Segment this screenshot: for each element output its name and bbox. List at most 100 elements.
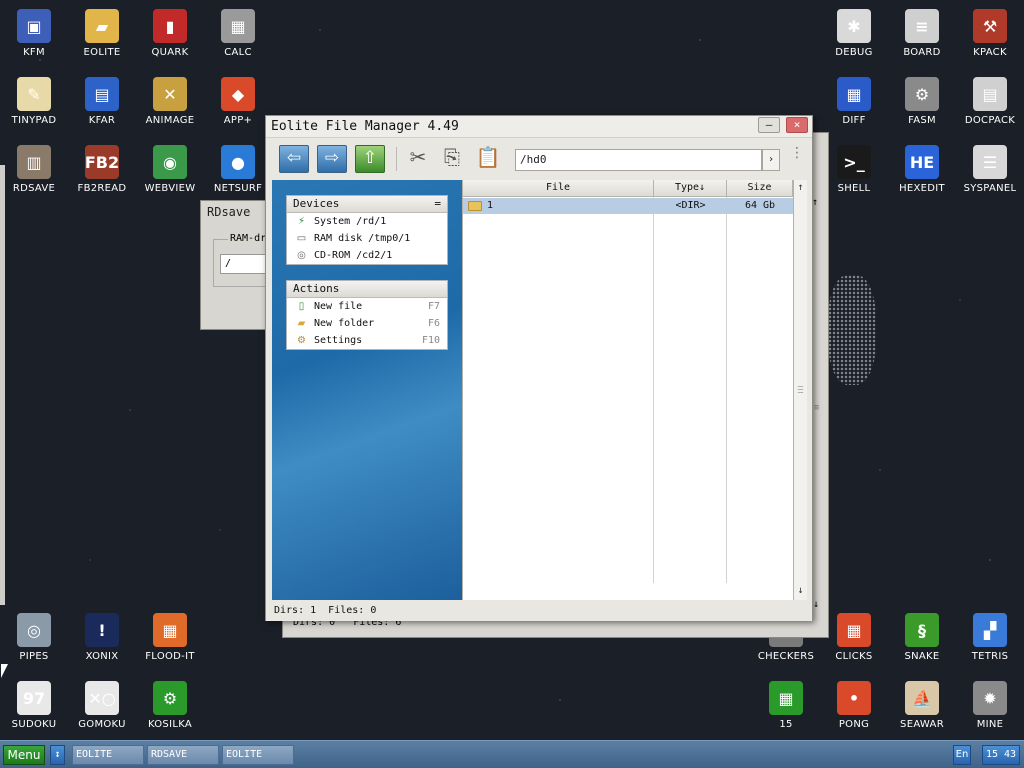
desktop-icon-webview[interactable]: ◉ WEBVIEW — [136, 145, 204, 194]
column-divider — [726, 197, 727, 583]
board-window-icon: ≡ — [905, 9, 939, 43]
desktop-icon-label: KFAR — [88, 115, 116, 126]
desktop-icon-mine[interactable]: ✹ MINE — [956, 681, 1024, 730]
devices-list: ⚡ System /rd/1 ▭ RAM disk /tmp0/1 ◎ CD-ROM /c… — [287, 213, 447, 264]
desktop-icon-label: SNAKE — [904, 651, 940, 662]
bug-window-icon: ✱ — [837, 9, 871, 43]
taskbar: Menu ↕ EOLITE RDSAVE EOLITE En 15 43 — [0, 740, 1024, 768]
gomoku-icon: ✕○ — [85, 681, 119, 715]
rdsave-title: RDsave — [207, 205, 251, 219]
desktop-icon-label: RDSAVE — [12, 183, 56, 194]
desktop-icon-pipes[interactable]: ◎ PIPES — [0, 613, 68, 662]
desktop-icon-kfm[interactable]: ▣ KFM — [0, 9, 68, 58]
vertical-scrollbar[interactable]: ↑ — — — ↓ — [793, 180, 807, 600]
minimize-button[interactable]: – — [758, 117, 780, 133]
action-item[interactable]: ▯ New file F7 — [287, 298, 447, 315]
task-eolite-1[interactable]: EOLITE — [72, 745, 144, 765]
desktop-icon-board[interactable]: ≡ BOARD — [888, 9, 956, 58]
column-size[interactable]: Size — [727, 180, 793, 197]
desktop-icon-clicks[interactable]: ▦ CLICKS — [820, 613, 888, 662]
devices-toggle-icon[interactable]: = — [434, 196, 441, 212]
up-button[interactable]: ⇧ — [355, 145, 385, 173]
desktop-icon-kfar[interactable]: ▤ KFAR — [68, 77, 136, 126]
title-bar[interactable]: Eolite File Manager 4.49 – × — [266, 116, 812, 138]
devices-title: Devices — [293, 197, 340, 210]
device-item[interactable]: ◎ CD-ROM /cd2/1 — [287, 247, 447, 264]
back-button[interactable]: ⇦ — [279, 145, 309, 173]
desktop-icon-fasm[interactable]: ⚙ FASM — [888, 77, 956, 126]
scroll-down-button[interactable]: ↓ — [794, 583, 807, 599]
desktop-icon-calc[interactable]: ▦ CALC — [204, 9, 272, 58]
actions-group: Actions ▯ New file F7 ▰ New folder F6 ⚙ Setting… — [286, 280, 448, 350]
device-item[interactable]: ⚡ System /rd/1 — [287, 213, 447, 230]
desktop-icon-quark[interactable]: ▮ QUARK — [136, 9, 204, 58]
file-list[interactable]: File Type↓ Size 1 <DIR> 64 Gb ↑ — — — ↓ — [462, 180, 807, 600]
desktop-icon-gomoku[interactable]: ✕○ GOMOKU — [68, 681, 136, 730]
folder-icon — [468, 201, 482, 211]
desktop-icon-shell[interactable]: >_ SHELL — [820, 145, 888, 194]
desktop-icon-tinypad[interactable]: ✎ TINYPAD — [0, 77, 68, 126]
back-scroll-grip[interactable]: ≡ — [814, 403, 819, 413]
action-item[interactable]: ⚙ Settings F10 — [287, 332, 447, 349]
desktop-icon-15[interactable]: ▦ 15 — [752, 681, 820, 730]
floppy-icon: ▣ — [17, 9, 51, 43]
path-go-button[interactable]: › — [762, 149, 780, 171]
device-item[interactable]: ▭ RAM disk /tmp0/1 — [287, 230, 447, 247]
desktop-icon-pong[interactable]: • PONG — [820, 681, 888, 730]
copy-button[interactable]: ⎘ — [437, 145, 467, 173]
back-scroll-down[interactable]: ↓ — [813, 599, 819, 610]
rdsave-window[interactable]: RDsave RAM-dr / — [200, 200, 283, 330]
paste-button[interactable]: 📋 — [473, 145, 503, 173]
file-row[interactable]: 1 <DIR> 64 Gb — [463, 198, 793, 214]
desktop-icon-snake[interactable]: § SNAKE — [888, 613, 956, 662]
desktop-icon-hexedit[interactable]: HE HEXEDIT — [888, 145, 956, 194]
close-button[interactable]: × — [786, 117, 808, 133]
desktop-icon-kosilka[interactable]: ⚙ KOSILKA — [136, 681, 204, 730]
desktop-icon-eolite[interactable]: ▰ EOLITE — [68, 9, 136, 58]
pipes-icon: ◎ — [17, 613, 51, 647]
tetris-icon: ▞ — [973, 613, 1007, 647]
action-item[interactable]: ▰ New folder F6 — [287, 315, 447, 332]
devices-header[interactable]: Devices = — [287, 196, 447, 213]
desktop-icon-tetris[interactable]: ▞ TETRIS — [956, 613, 1024, 662]
desktop-icon-label: SUDOKU — [11, 719, 57, 730]
eolite-window[interactable]: Eolite File Manager 4.49 – × ⇦ ⇨ ⇧ ✂ ⎘ 📋… — [265, 115, 813, 621]
task-rdsave[interactable]: RDSAVE — [147, 745, 219, 765]
desktop-icon-docpack[interactable]: ▤ DOCPACK — [956, 77, 1024, 126]
calculator-icon: ▦ — [221, 9, 255, 43]
desktop-icon-netsurf[interactable]: ● NETSURF — [204, 145, 272, 194]
desktop-icon-diff[interactable]: ▦ DIFF — [820, 77, 888, 126]
path-input[interactable]: /hd0 — [515, 149, 762, 171]
forward-button[interactable]: ⇨ — [317, 145, 347, 173]
column-file[interactable]: File — [463, 180, 654, 197]
fb2-book-icon: FB2 — [85, 145, 119, 179]
desktop-icon-seawar[interactable]: ⛵ SEAWAR — [888, 681, 956, 730]
desktop-icon-app-[interactable]: ◆ APP+ — [204, 77, 272, 126]
language-indicator[interactable]: En — [953, 745, 971, 765]
desktop-icon-fb2read[interactable]: FB2 FB2READ — [68, 145, 136, 194]
actions-list: ▯ New file F7 ▰ New folder F6 ⚙ Settings F10 — [287, 298, 447, 349]
xonix-icon: ! — [85, 613, 119, 647]
brush-icon: ✕ — [153, 77, 187, 111]
globe-page-icon: ◉ — [153, 145, 187, 179]
archive-icon: ▤ — [85, 77, 119, 111]
desktop-icon-label: DOCPACK — [964, 115, 1016, 126]
column-type[interactable]: Type↓ — [654, 180, 727, 197]
notepad-icon: ✎ — [17, 77, 51, 111]
desktop-icon-syspanel[interactable]: ☰ SYSPANEL — [956, 145, 1024, 194]
desktop-icon-sudoku[interactable]: 97 SUDOKU — [0, 681, 68, 730]
task-switch-button[interactable]: ↕ — [50, 745, 65, 765]
scroll-grip-icon[interactable]: — — — — [796, 383, 805, 398]
desktop-icon-flood-it[interactable]: ▦ FLOOD-IT — [136, 613, 204, 662]
task-eolite-2[interactable]: EOLITE — [222, 745, 294, 765]
desktop-icon-xonix[interactable]: ! XONIX — [68, 613, 136, 662]
desktop-icon-rdsave[interactable]: ▥ RDSAVE — [0, 145, 68, 194]
more-menu-icon[interactable]: ⋮ — [790, 146, 804, 170]
scroll-up-button[interactable]: ↑ — [794, 180, 807, 196]
desktop-icon-animage[interactable]: ✕ ANIMAGE — [136, 77, 204, 126]
desktop-icon-label: DIFF — [842, 115, 866, 126]
menu-button[interactable]: Menu — [3, 745, 45, 765]
desktop-icon-debug[interactable]: ✱ DEBUG — [820, 9, 888, 58]
cut-button[interactable]: ✂ — [403, 145, 433, 173]
desktop-icon-kpack[interactable]: ⚒ KPACK — [956, 9, 1024, 58]
